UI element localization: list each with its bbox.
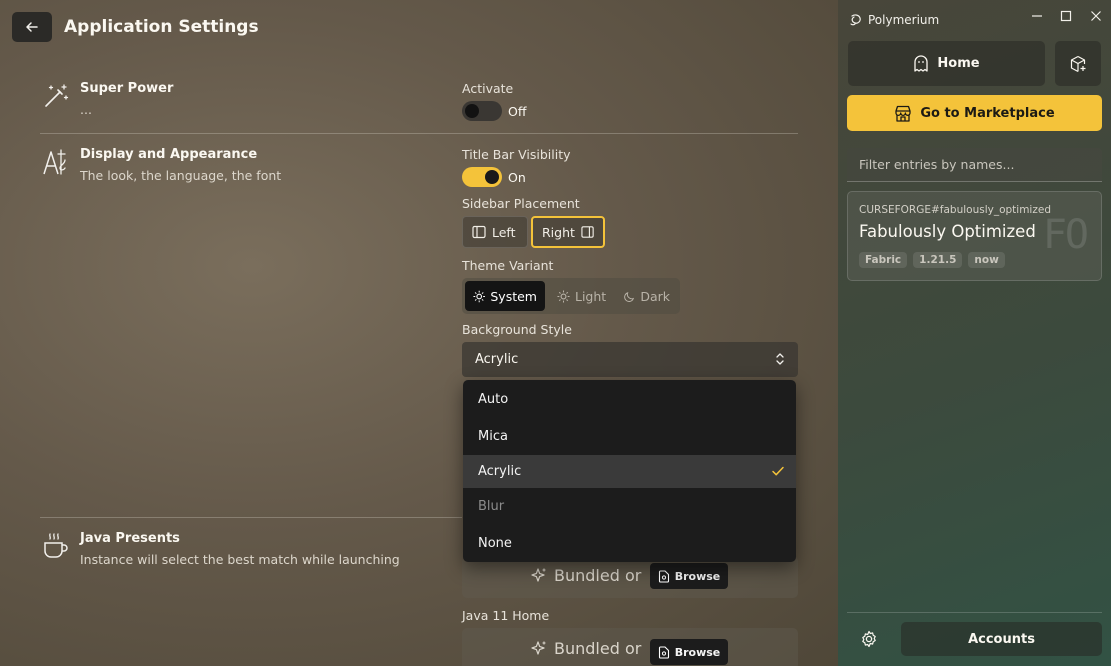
browse-button[interactable]: Browse [650,639,728,665]
browse-label: Browse [674,645,721,659]
theme-system-button[interactable]: System [465,281,545,311]
loader-tag: Fabric [859,252,908,268]
theme-dark-button[interactable]: Dark [616,281,678,311]
gear-icon [862,630,876,648]
browse-button[interactable]: Browse [650,563,728,589]
chevron-up-down-icon [776,353,784,365]
bundled-text: Bundled or [554,566,642,585]
java-8-home-field: Bundled or Browse [462,556,798,598]
polymerium-logo-icon [850,14,861,26]
instance-tags: Fabric 1.21.5 now [859,252,1005,268]
dropdown-option-mica[interactable]: Mica [463,420,796,453]
theme-segmented: System Light Dark [462,278,680,314]
titlebar-toggle[interactable] [462,167,502,187]
activate-state: Off [508,104,527,119]
ghost-icon [914,55,929,72]
home-label: Home [937,56,980,71]
titlebar-label: Title Bar Visibility [462,147,571,162]
file-search-icon [658,645,669,659]
package-add-icon [1070,55,1086,72]
page-title: Application Settings [64,17,259,37]
file-search-icon [658,569,669,583]
background-style-value: Acrylic [475,352,519,367]
super-power-desc: ... [80,102,92,117]
settings-pane: Application Settings Super Power ... Act… [0,0,838,666]
dropdown-option-blur: Blur [478,499,505,514]
instance-reference: CURSEFORGE#fabulously_optimized [859,204,1051,216]
magic-wand-icon [45,84,69,107]
dropdown-option-acrylic[interactable]: Acrylic [463,455,796,488]
background-style-label: Background Style [462,322,572,337]
bundled-text: Bundled or [554,639,642,658]
close-button[interactable] [1087,7,1105,25]
java-11-label: Java 11 Home [462,608,550,623]
sun-icon [473,290,485,302]
coffee-cup-icon [44,533,68,558]
layout-sidebar-left-icon [472,225,486,239]
super-power-title: Super Power [80,81,174,96]
new-instance-button[interactable] [1055,41,1101,86]
minimize-icon [1032,15,1042,17]
sidebar-right-button[interactable]: Right [531,216,605,248]
check-icon [772,466,784,476]
sidebar-right-label: Right [542,224,575,240]
app-name: Polymerium [868,13,940,27]
back-button[interactable] [12,12,52,42]
display-desc: The look, the language, the font [80,168,282,183]
accounts-button[interactable]: Accounts [901,622,1102,656]
sidebar-placement-label: Sidebar Placement [462,196,580,211]
browse-label: Browse [674,569,721,583]
java-title: Java Presents [80,531,180,546]
java-11-home-field: Bundled or Browse [462,628,798,666]
dropdown-option-label: Acrylic [478,464,522,479]
text-aa-icon [43,149,66,175]
settings-button[interactable] [857,627,881,651]
maximize-icon [1060,10,1072,22]
marketplace-label: Go to Marketplace [920,105,1055,121]
java-desc: Instance will select the best match whil… [80,552,400,567]
theme-dark-label: Dark [640,288,670,304]
sparkle-icon [531,567,546,582]
instance-name: Fabulously Optimized [859,222,1036,241]
background-style-select[interactable]: Acrylic [462,342,798,377]
sidebar-left-label: Left [492,224,516,240]
layout-sidebar-right-icon [581,226,594,238]
minimize-button[interactable] [1028,7,1046,25]
activate-label: Activate [462,81,514,96]
app-title: Polymerium [849,13,939,27]
titlebar-state: On [508,170,526,185]
arrow-left-icon [26,22,38,32]
activate-toggle[interactable] [462,101,502,121]
theme-label: Theme Variant [462,258,554,273]
theme-light-label: Light [575,288,607,304]
instance-card[interactable]: CURSEFORGE#fabulously_optimized Fabulous… [847,191,1102,281]
background-style-dropdown: Auto Mica Acrylic Blur None [463,380,796,562]
time-tag: now [968,252,1005,268]
sidebar-divider [847,612,1102,613]
sun-icon [557,289,570,303]
theme-light-button[interactable]: Light [549,281,617,311]
display-title: Display and Appearance [80,147,258,162]
section-divider [40,517,462,518]
home-button[interactable]: Home [848,41,1045,86]
marketplace-button[interactable]: Go to Marketplace [847,95,1102,131]
moon-icon [624,291,635,302]
version-tag: 1.21.5 [913,252,963,268]
theme-system-label: System [490,288,537,304]
section-divider [40,133,798,134]
storefront-icon [895,105,911,122]
filter-input[interactable] [847,148,1102,182]
maximize-button[interactable] [1057,7,1075,25]
sparkle-icon [531,640,546,655]
dropdown-option-none[interactable]: None [463,527,796,560]
dropdown-option-auto[interactable]: Auto [463,383,796,416]
instance-monogram: FO [1042,212,1089,258]
sidebar-left-button[interactable]: Left [462,216,528,248]
close-icon [1091,11,1101,21]
